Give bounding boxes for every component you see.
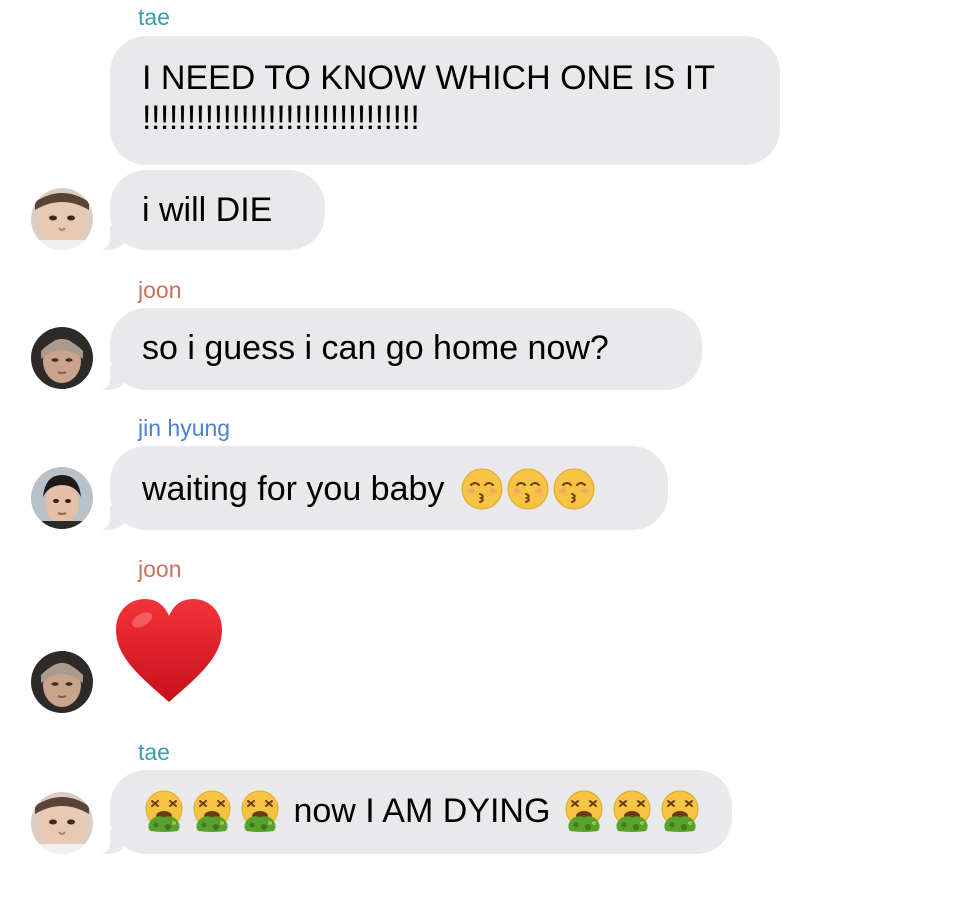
sender-name-joon: joon [138,277,182,303]
vomiting-face-emoji-icon [613,790,651,833]
vomiting-face-emoji-icon [565,790,603,833]
message-bubble[interactable]: now I AM DYING [84,770,732,855]
kissing-face-emoji-icon [507,468,549,510]
avatar-tae[interactable] [31,188,93,250]
message-line: !!!!!!!!!!!!!!!!!!!!!!!!!!!!!!! [142,99,420,137]
message-bubble[interactable]: I NEED TO KNOW WHICH ONE IS IT !!!!!!!!!… [110,36,780,165]
avatar-tae-photo [31,792,93,854]
kissing-face-emoji-icon [461,468,503,510]
avatar-joon-photo [31,327,93,389]
avatar-joon-photo [31,651,93,713]
avatar-joon[interactable] [31,327,93,389]
avatar-joon[interactable] [31,651,93,713]
message-text: so i guess i can go home now? [142,329,609,367]
red-heart-emoji-icon[interactable] [112,596,226,706]
message-bubble[interactable]: so i guess i can go home now? [84,308,702,391]
message-bubble[interactable]: waiting for you baby [84,446,668,531]
message-text: waiting for you baby [142,470,445,509]
avatar-jin-photo [31,467,93,529]
vomiting-face-emoji-icon [145,790,183,833]
message-text: now I AM DYING [293,792,551,831]
sender-name-jin: jin hyung [138,415,231,441]
vomiting-face-emoji-icon [661,790,699,833]
message-text: i will DIE [142,191,273,229]
vomiting-face-emoji-icon [241,790,279,833]
avatar-jin[interactable] [31,467,93,529]
sender-name-tae: tae [138,4,170,30]
kissing-face-emoji-icon [553,468,595,510]
emoji-group [460,467,596,511]
emoji-group [562,789,702,833]
avatar-tae[interactable] [31,792,93,854]
sender-name-joon: joon [138,556,182,582]
emoji-group [142,789,282,833]
message-text: I NEED TO KNOW WHICH ONE IS IT !!!!!!!!!… [142,58,780,138]
message-bubble[interactable]: i will DIE [84,170,325,251]
message-line: I NEED TO KNOW WHICH ONE IS IT [142,59,716,97]
sender-name-tae: tae [138,739,170,765]
vomiting-face-emoji-icon [193,790,231,833]
avatar-tae-photo [31,188,93,250]
